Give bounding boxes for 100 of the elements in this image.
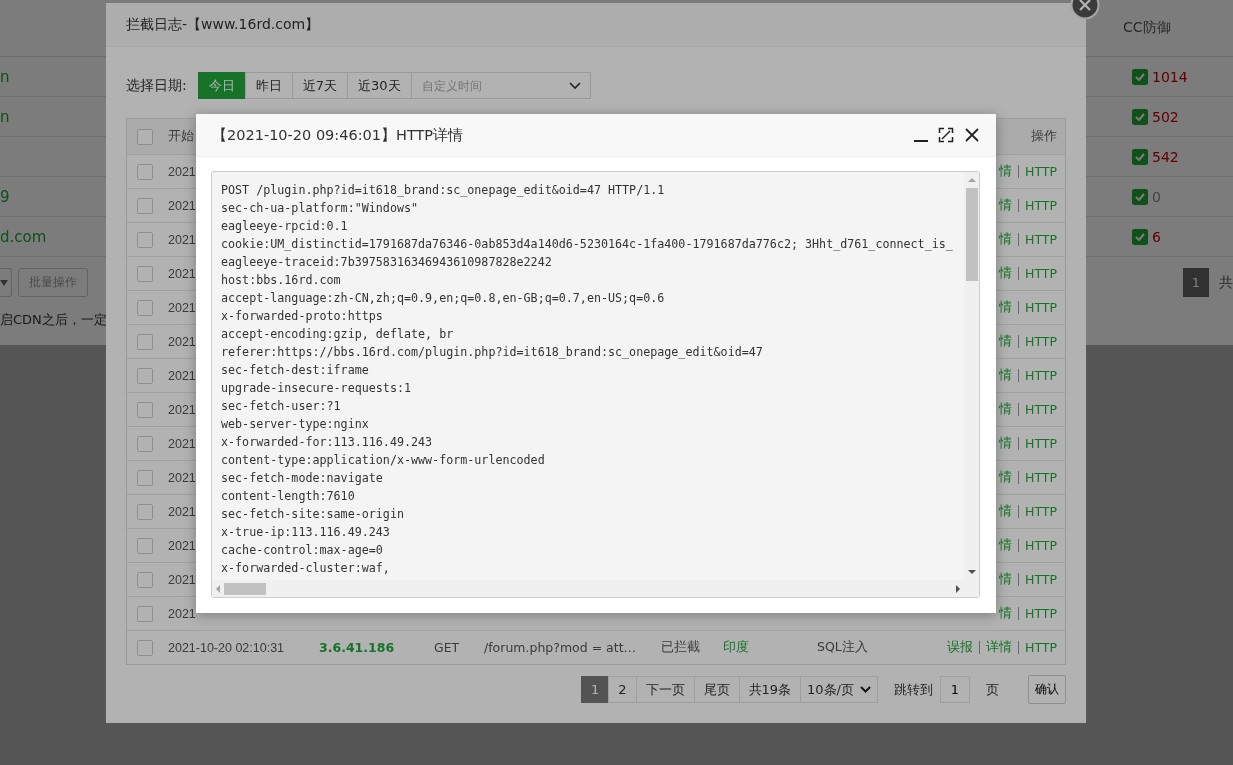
total-text: 共: [1219, 273, 1233, 292]
checkbox[interactable]: [137, 333, 153, 350]
page-button[interactable]: 1: [580, 676, 610, 703]
vertical-scrollbar[interactable]: [964, 172, 979, 580]
checkbox[interactable]: [137, 503, 153, 520]
code-line: eagleeye-rpcid:0.1: [221, 218, 349, 235]
action-link[interactable]: 情: [999, 503, 1012, 520]
action-link[interactable]: 情: [999, 231, 1012, 248]
action-link[interactable]: 误报: [947, 639, 973, 656]
code-line: content-length:7610: [221, 488, 356, 505]
request-text-area[interactable]: [211, 171, 980, 598]
code-line: sec-fetch-dest:iframe: [221, 362, 370, 379]
confirm-button[interactable]: 确认: [1028, 675, 1066, 704]
action-link[interactable]: HTTP: [1025, 266, 1057, 281]
checkbox[interactable]: [137, 401, 153, 418]
action-link[interactable]: 情: [999, 571, 1012, 588]
checkbox[interactable]: [1132, 68, 1148, 85]
action-link[interactable]: HTTP: [1025, 402, 1057, 417]
table-cell: GET: [434, 640, 460, 655]
action-link[interactable]: 情: [999, 197, 1012, 214]
action-link[interactable]: 情: [999, 401, 1012, 418]
page-button[interactable]: 2: [608, 676, 637, 703]
action-link[interactable]: HTTP: [1025, 232, 1057, 247]
date-tab[interactable]: 今日: [197, 72, 246, 99]
action-link[interactable]: HTTP: [1025, 470, 1057, 485]
action-link[interactable]: HTTP: [1025, 164, 1057, 179]
checkbox[interactable]: [137, 537, 153, 554]
checkbox[interactable]: [137, 571, 153, 588]
action-link[interactable]: 情: [999, 537, 1012, 554]
table-cell: 2021: [168, 198, 196, 213]
ip-link[interactable]: 3.6.41.186: [319, 640, 395, 655]
dialog-title: 【2021-10-20 09:46:01】HTTP详情: [212, 125, 464, 145]
action-link[interactable]: 详情: [986, 639, 1012, 656]
minimize-icon: [914, 140, 928, 142]
action-link[interactable]: 情: [999, 163, 1012, 180]
page-size-select[interactable]: 10条/页: [800, 676, 878, 703]
checkbox[interactable]: [137, 639, 153, 656]
code-line: x-forwarded-cluster:waf,: [221, 560, 391, 577]
next-page-button[interactable]: 下一页: [635, 676, 695, 703]
cc-count: 0: [1152, 188, 1161, 205]
checkbox[interactable]: [137, 163, 153, 180]
checkmark-icon: [1135, 72, 1145, 81]
checkbox[interactable]: [1132, 188, 1148, 205]
site-link[interactable]: n: [0, 107, 10, 126]
last-page-button[interactable]: 尾页: [693, 676, 740, 703]
action-link[interactable]: HTTP: [1025, 538, 1057, 553]
checkbox[interactable]: [137, 231, 153, 248]
cc-count: 542: [1152, 148, 1179, 165]
action-link[interactable]: 情: [999, 367, 1012, 384]
action-link[interactable]: HTTP: [1025, 198, 1057, 213]
table-cell: 2021-10-20 02:10:31: [168, 640, 285, 655]
site-link[interactable]: n: [0, 67, 10, 86]
jump-label: 跳转到: [894, 680, 933, 699]
table-cell: 2021: [168, 436, 196, 451]
date-range-field[interactable]: 自定义时间: [410, 72, 591, 99]
action-link[interactable]: 情: [999, 299, 1012, 316]
action-link[interactable]: HTTP: [1025, 334, 1057, 349]
checkbox[interactable]: [137, 299, 153, 316]
table-cell: 2021: [168, 538, 196, 553]
date-tab[interactable]: 昨日: [244, 72, 293, 99]
code-line: x-true-ip:113.116.49.243: [221, 524, 391, 541]
action-link[interactable]: HTTP: [1025, 606, 1057, 621]
action-link[interactable]: 情: [999, 605, 1012, 622]
checkbox[interactable]: [137, 435, 153, 452]
checkbox[interactable]: [1132, 228, 1148, 245]
page-button[interactable]: 1: [1183, 268, 1209, 297]
action-link[interactable]: 情: [999, 333, 1012, 350]
code-line: accept-language:zh-CN,zh;q=0.9,en;q=0.8,en-GB;q=0.7,en-US;q=0.6: [221, 290, 666, 307]
action-link[interactable]: 情: [999, 469, 1012, 486]
checkbox[interactable]: [137, 197, 153, 214]
page-input[interactable]: 1: [940, 676, 970, 703]
date-tab[interactable]: 近30天: [347, 72, 412, 99]
table-cell: 2021: [168, 300, 196, 315]
checkmark-icon: [1135, 232, 1145, 241]
action-link[interactable]: HTTP: [1025, 436, 1057, 451]
checkbox[interactable]: [1132, 148, 1148, 165]
action-link[interactable]: 情: [999, 435, 1012, 452]
date-tab[interactable]: 近7天: [291, 72, 348, 99]
action-link[interactable]: HTTP: [1025, 300, 1057, 315]
action-link[interactable]: HTTP: [1025, 504, 1057, 519]
horizontal-scrollbar[interactable]: [212, 580, 979, 597]
site-link[interactable]: 9: [0, 187, 10, 206]
dropdown-button[interactable]: [0, 268, 12, 297]
page-unit-label: 页: [986, 680, 999, 699]
checkbox[interactable]: [137, 469, 153, 486]
code-line: referer:https://bbs.16rd.com/plugin.php?id=it618_brand:sc_onepage_edit&oid=47: [221, 344, 764, 361]
code-line: sec-fetch-site:same-origin: [221, 506, 405, 523]
checkbox[interactable]: [137, 367, 153, 384]
action-link[interactable]: 情: [999, 265, 1012, 282]
site-link[interactable]: d.com: [0, 227, 47, 246]
checkbox[interactable]: [1132, 108, 1148, 125]
checkmark-icon: [1135, 112, 1145, 121]
action-link[interactable]: HTTP: [1025, 368, 1057, 383]
checkbox[interactable]: [137, 128, 153, 145]
table-cell: 2021: [168, 164, 196, 179]
checkbox[interactable]: [137, 605, 153, 622]
code-line: host:bbs.16rd.com: [221, 272, 342, 289]
action-link[interactable]: HTTP: [1025, 640, 1057, 655]
checkbox[interactable]: [137, 265, 153, 282]
action-link[interactable]: HTTP: [1025, 572, 1057, 587]
